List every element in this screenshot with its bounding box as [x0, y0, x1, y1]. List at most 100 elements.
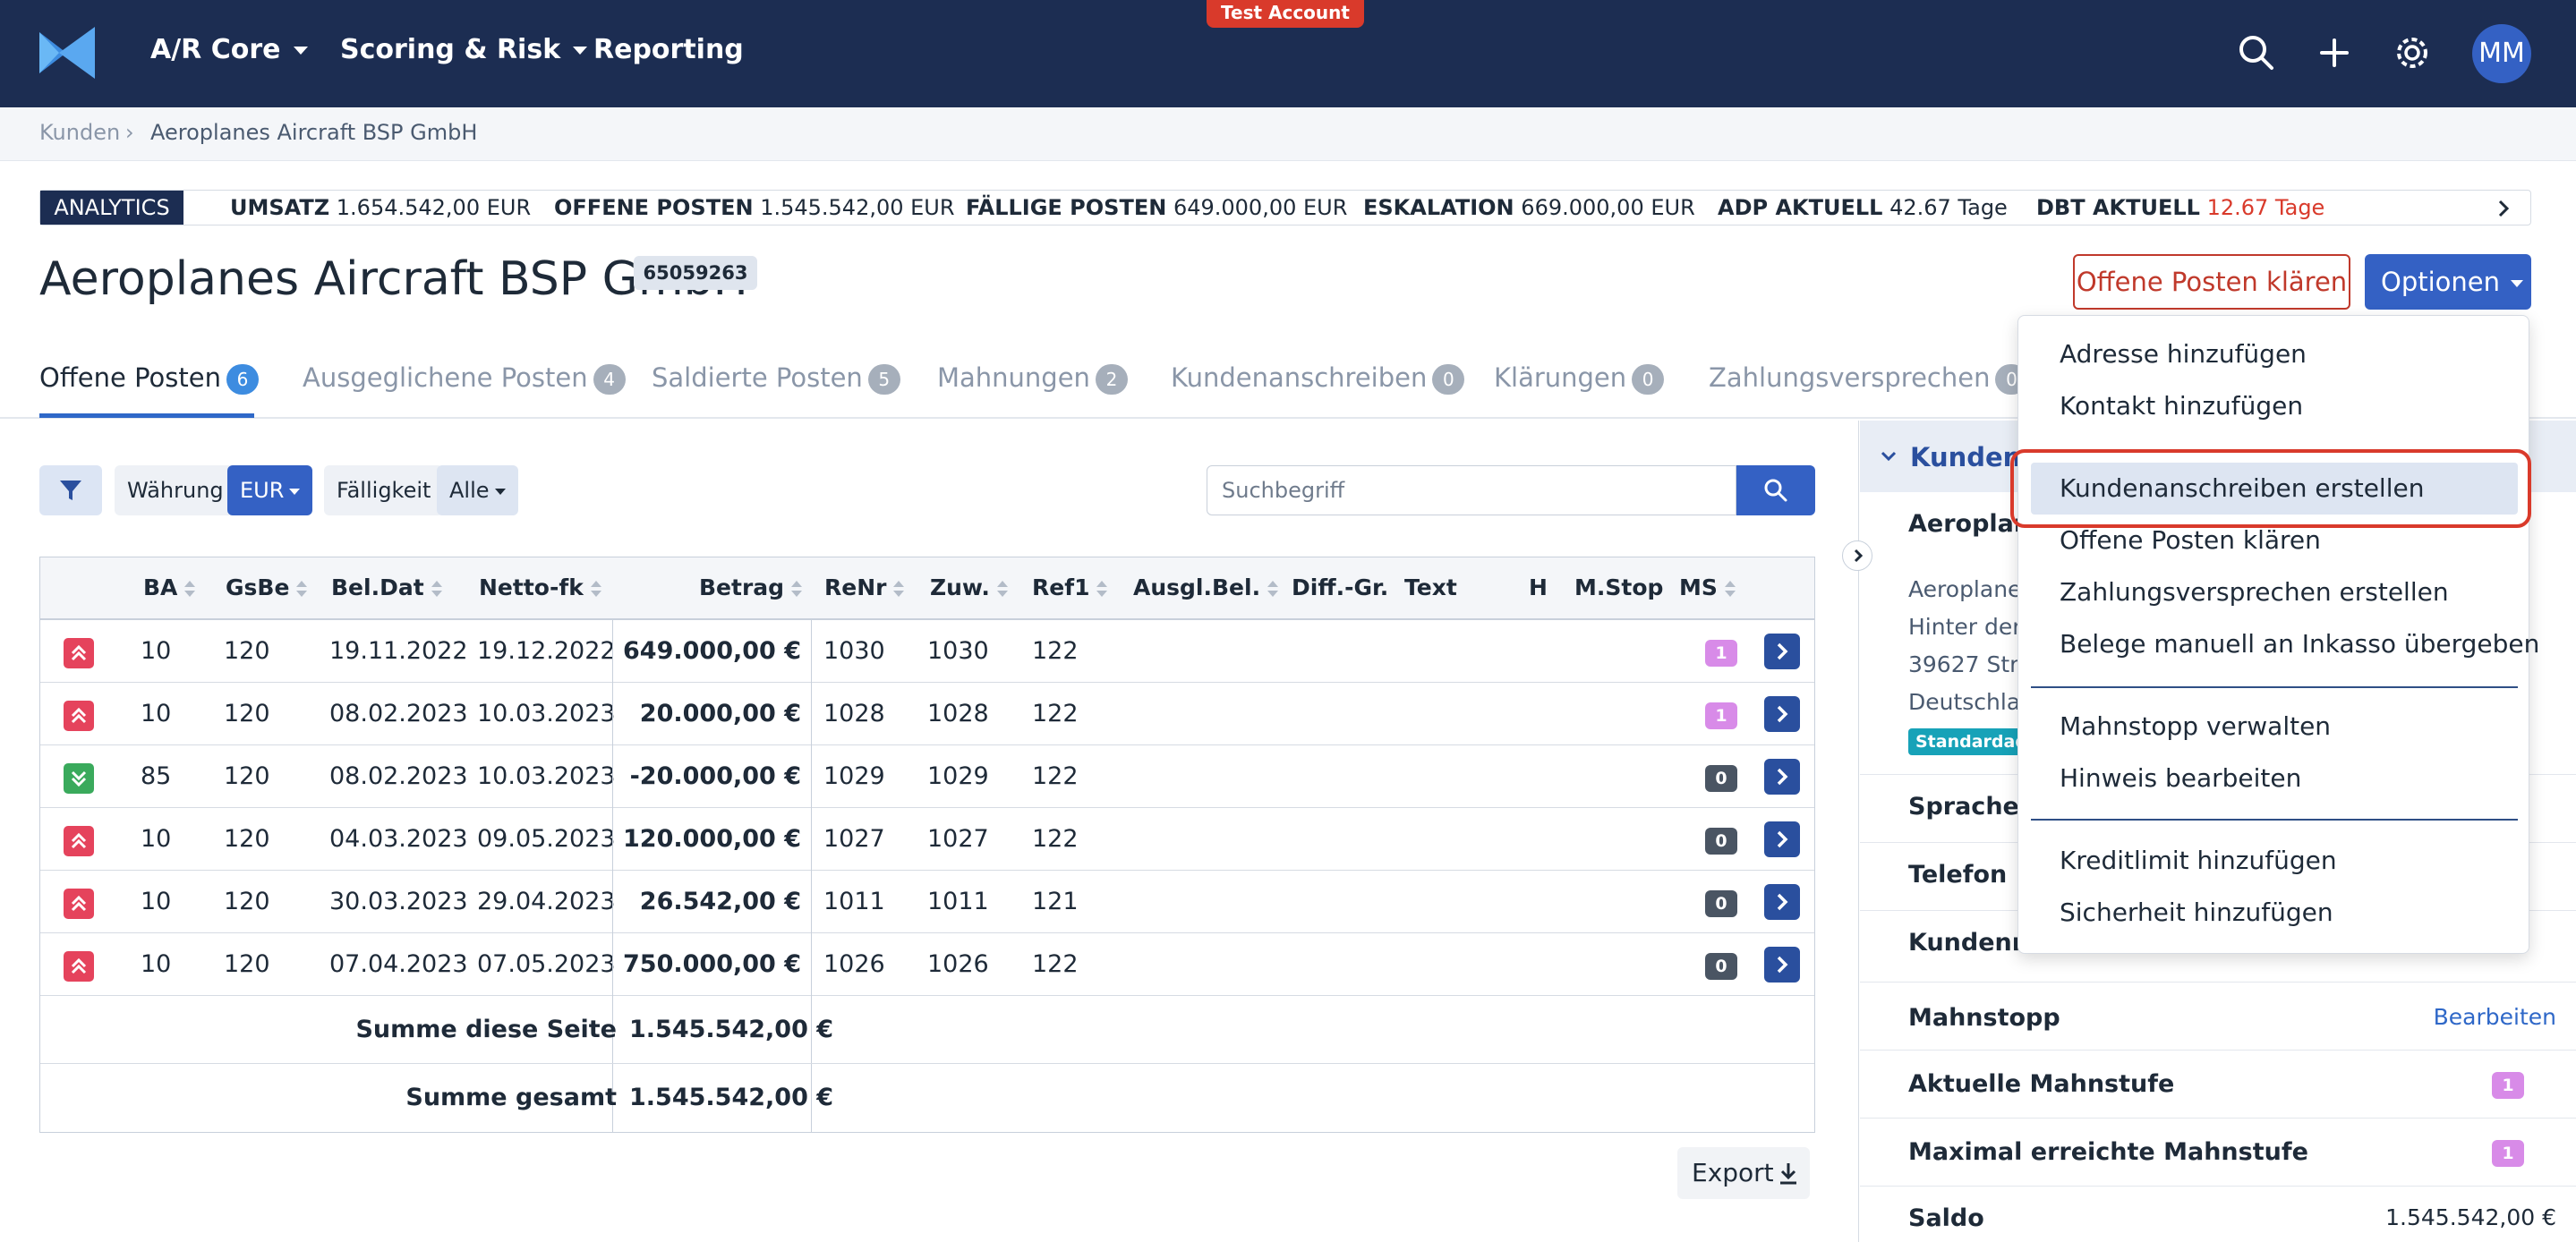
sort-icon [1724, 581, 1736, 597]
tab-offene-posten[interactable]: Offene Posten 6 [39, 362, 259, 395]
address-line: Hinter den [1908, 614, 2027, 640]
cell-zuw: 1026 [927, 950, 989, 978]
sort-icon [184, 581, 196, 597]
table-row[interactable]: 10 120 30.03.2023 29.04.2023 1011 1011 121 26.5… [40, 871, 1814, 933]
cell-zuw: 1027 [927, 825, 989, 853]
menu-item-belege-an-inkasso[interactable]: Belege manuell an Inkasso übergeben [2060, 629, 2539, 659]
col-beldat[interactable]: Bel.Dat [331, 574, 442, 600]
analytics-bar: ANALYTICS UMSATZ 1.654.542,00 EUR OFFENE… [39, 190, 2531, 225]
menu-item-sicherheit-hinzufuegen[interactable]: Sicherheit hinzufügen [2060, 897, 2333, 927]
col-ms[interactable]: MS [1679, 574, 1736, 600]
optionen-button[interactable]: Optionen [2365, 254, 2531, 310]
tab-zahlungsversprechen[interactable]: Zahlungsversprechen 0 [1709, 362, 2028, 395]
menu-item-kreditlimit-hinzufuegen[interactable]: Kreditlimit hinzufügen [2060, 846, 2337, 875]
analytics-faellige-posten: FÄLLIGE POSTEN 649.000,00 EUR [966, 195, 1348, 220]
col-ba[interactable]: BA [143, 574, 196, 600]
tab-saldierte-posten[interactable]: Saldierte Posten 5 [652, 362, 900, 395]
sort-icon [1267, 581, 1279, 597]
table-row[interactable]: 85 120 08.02.2023 10.03.2023 1029 1029 122 -20.… [40, 745, 1814, 808]
menu-item-hinweis-bearbeiten[interactable]: Hinweis bearbeiten [2060, 763, 2301, 793]
col-mstop[interactable]: M.Stop [1574, 574, 1663, 600]
due-label: Fälligkeit [324, 465, 444, 515]
col-h[interactable]: H [1529, 574, 1548, 600]
table-row[interactable]: 10 120 08.02.2023 10.03.2023 1028 1028 122 20.0… [40, 683, 1814, 745]
due-select[interactable]: Alle [437, 465, 518, 515]
nav-ar-core[interactable]: A/R Core [150, 34, 308, 65]
currency-select[interactable]: EUR [227, 465, 313, 515]
chevron-right-icon[interactable] [2493, 198, 2514, 219]
col-text[interactable]: Text [1404, 574, 1457, 600]
cell-ref1: 122 [1032, 700, 1079, 727]
sum-page-label: Summe diese Seite [355, 1016, 617, 1043]
sum-total-label: Summe gesamt [405, 1084, 617, 1111]
sum-total-row: Summe gesamt 1.545.542,00 € [40, 1064, 1814, 1132]
sort-icon [431, 581, 442, 597]
col-renr[interactable]: ReNr [824, 574, 905, 600]
cell-ref1: 122 [1032, 950, 1079, 978]
col-netto-fk[interactable]: Netto-fk [479, 574, 601, 600]
menu-item-mahnstopp-verwalten[interactable]: Mahnstopp verwalten [2060, 711, 2331, 741]
download-icon [1780, 1163, 1796, 1185]
col-ref1[interactable]: Ref1 [1032, 574, 1108, 600]
tab-ausgeglichene-posten[interactable]: Ausgeglichene Posten 4 [303, 362, 626, 395]
sidebar-label: Mahnstopp [1908, 1004, 2060, 1032]
cell-gsbe: 120 [224, 762, 270, 790]
user-avatar[interactable]: MM [2472, 24, 2531, 83]
col-gsbe[interactable]: GsBe [226, 574, 308, 600]
col-diff-gr[interactable]: Diff.-Gr. [1292, 574, 1388, 600]
open-detail-button[interactable] [1764, 821, 1800, 857]
sidebar-row-max-mahnstufe: Maximal erreichte Mahnstufe 1 [1860, 1119, 2576, 1187]
nav-scoring-risk[interactable]: Scoring & Risk [340, 34, 588, 65]
gear-icon[interactable] [2392, 32, 2433, 73]
filter-button[interactable] [39, 465, 102, 515]
search-icon[interactable] [2236, 32, 2277, 73]
tab-mahnungen[interactable]: Mahnungen 2 [937, 362, 1128, 395]
cell-gsbe: 120 [224, 888, 270, 915]
open-detail-button[interactable] [1764, 884, 1800, 920]
cell-renr: 1030 [823, 637, 885, 665]
search-button[interactable] [1736, 465, 1815, 515]
cell-renr: 1026 [823, 950, 885, 978]
mahnstopp-edit-link[interactable]: Bearbeiten [2434, 1004, 2556, 1030]
cell-gsbe: 120 [224, 825, 270, 853]
menu-item-offene-posten-klaeren[interactable]: Offene Posten klären [2060, 525, 2321, 555]
open-detail-button[interactable] [1764, 759, 1800, 795]
dunning-level-badge: 1 [1705, 702, 1737, 729]
cell-zuw: 1011 [927, 888, 989, 915]
saldo-value: 1.545.542,00 € [2385, 1204, 2556, 1230]
open-detail-button[interactable] [1764, 634, 1800, 669]
priority-high-icon [64, 638, 94, 668]
tab-klaerungen[interactable]: Klärungen 0 [1494, 362, 1665, 395]
export-button[interactable]: Export [1677, 1147, 1810, 1199]
table-row[interactable]: 10 120 19.11.2022 19.12.2022 1030 1030 122 649.… [40, 620, 1814, 683]
analytics-dbt: DBT AKTUELL 12.67 Tage [2036, 195, 2325, 220]
cell-betrag: 20.000,00 € [639, 700, 801, 727]
sum-total-value: 1.545.542,00 € [629, 1084, 834, 1111]
plus-icon[interactable] [2314, 32, 2355, 73]
cell-netto-fk: 10.03.2023 [477, 762, 616, 790]
menu-item-zahlungsversprechen-erstellen[interactable]: Zahlungsversprechen erstellen [2060, 577, 2449, 607]
col-betrag[interactable]: Betrag [699, 574, 803, 600]
table-row[interactable]: 10 120 04.03.2023 09.05.2023 1027 1027 122 120.… [40, 808, 1814, 871]
cell-netto-fk: 10.03.2023 [477, 700, 616, 727]
mahnstufe-badge: 1 [2492, 1072, 2524, 1099]
mahnstufe-badge: 1 [2492, 1140, 2524, 1167]
search-input[interactable] [1207, 465, 1736, 515]
open-detail-button[interactable] [1764, 696, 1800, 732]
offene-posten-klaeren-button[interactable]: Offene Posten klären [2073, 254, 2350, 310]
sort-icon [1096, 581, 1108, 597]
open-detail-button[interactable] [1764, 947, 1800, 983]
tab-kundenanschreiben[interactable]: Kundenanschreiben 0 [1171, 362, 1465, 395]
menu-item-kontakt-hinzufuegen[interactable]: Kontakt hinzufügen [2060, 391, 2303, 421]
cell-ba: 10 [141, 888, 172, 915]
priority-low-icon [64, 763, 94, 794]
cell-renr: 1028 [823, 700, 885, 727]
col-ausgl-bel[interactable]: Ausgl.Bel. [1133, 574, 1279, 600]
priority-high-icon [64, 826, 94, 856]
menu-item-adresse-hinzufuegen[interactable]: Adresse hinzufügen [2060, 339, 2307, 369]
col-zuw[interactable]: Zuw. [930, 574, 1008, 600]
table-row[interactable]: 10 120 07.04.2023 07.05.2023 1026 1026 122 750.… [40, 933, 1814, 996]
nav-reporting[interactable]: Reporting [593, 34, 744, 65]
app-logo[interactable] [39, 27, 95, 79]
breadcrumb-kunden[interactable]: Kunden [39, 120, 120, 145]
